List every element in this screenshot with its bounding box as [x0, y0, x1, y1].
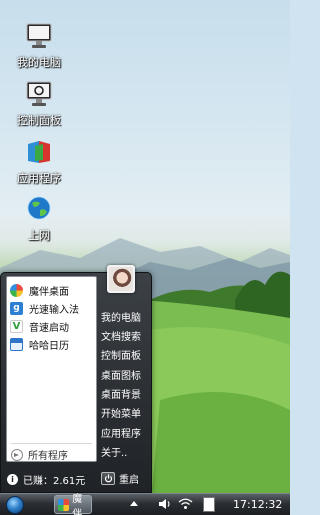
taskbar-clock[interactable]: 17:12:32: [233, 498, 282, 511]
desktop-icon-applications[interactable]: 应用程序: [0, 138, 78, 186]
mobanner-desktop-icon: [10, 283, 23, 297]
info-icon: i: [7, 474, 18, 485]
menu-item-start-menu[interactable]: 开始菜单: [101, 406, 151, 423]
input-method-icon: g: [10, 301, 23, 315]
menu-item-control-panel[interactable]: 控制面板: [101, 348, 151, 365]
power-icon: [101, 472, 115, 485]
desktop-icon-label: 我的电脑: [17, 56, 61, 69]
earnings-display: i 已赚： 2.61元: [7, 472, 85, 487]
start-menu-footer: i 已赚： 2.61元 重启: [1, 466, 151, 492]
mobanner-desktop-icon: [58, 498, 70, 511]
menu-item-my-computer[interactable]: 我的电脑: [101, 310, 151, 327]
applications-icon: [28, 141, 50, 163]
launcher-icon: V: [10, 319, 23, 333]
start-menu: 魔伴桌面 g 光速输入法 V 音速启动 哈哈日历 所有程序 我的电脑 文档搜索 …: [0, 265, 152, 493]
all-programs-button[interactable]: 所有程序: [11, 447, 68, 462]
menu-item-applications[interactable]: 应用程序: [101, 426, 151, 443]
calendar-icon: [10, 337, 23, 351]
desktop-icon-label: 控制面板: [17, 114, 61, 127]
program-item-input-method[interactable]: g 光速输入法: [10, 299, 95, 317]
pane-divider: [11, 443, 92, 444]
menu-item-about[interactable]: 关于..: [101, 445, 151, 462]
desktop-icon-internet[interactable]: 上网: [0, 195, 78, 243]
desktop-icon-label: 上网: [28, 229, 50, 242]
program-item-launcher[interactable]: V 音速启动: [10, 317, 95, 335]
volume-icon[interactable]: [158, 498, 172, 510]
program-item-label: 哈哈日历: [29, 340, 69, 352]
desktop-icon-label: 应用程序: [17, 172, 61, 185]
taskbar: 魔伴 17:12:32: [0, 493, 290, 515]
menu-item-document-search[interactable]: 文档搜索: [101, 329, 151, 346]
taskbar-app-label: 魔伴: [72, 493, 83, 515]
restart-label: 重启: [119, 475, 139, 486]
arrow-right-icon: [11, 448, 23, 461]
wifi-icon[interactable]: [178, 498, 193, 510]
menu-item-desktop-background[interactable]: 桌面背景: [101, 387, 151, 404]
earned-label: 已赚：: [23, 476, 53, 487]
start-button-icon[interactable]: [6, 496, 24, 514]
battery-icon[interactable]: [203, 497, 215, 512]
menu-item-desktop-icons[interactable]: 桌面图标: [101, 368, 151, 385]
program-item-calendar[interactable]: 哈哈日历: [10, 335, 95, 353]
program-item-label: 光速输入法: [29, 304, 79, 316]
desktop-icon-my-computer[interactable]: 我的电脑: [0, 22, 78, 70]
restart-button[interactable]: 重启: [101, 471, 139, 486]
program-item-label: 魔伴桌面: [29, 286, 69, 298]
earned-value: 2.61元: [53, 476, 86, 487]
taskbar-app-mobanner[interactable]: 魔伴: [54, 494, 92, 515]
pinned-programs-pane: 魔伴桌面 g 光速输入法 V 音速启动 哈哈日历 所有程序: [6, 276, 97, 462]
internet-globe-icon: [27, 196, 51, 220]
show-hidden-icons-icon[interactable]: [130, 501, 138, 506]
computer-icon: [26, 23, 52, 48]
desktop-icon-control-panel[interactable]: 控制面板: [0, 80, 78, 128]
program-item-mobanner-desktop[interactable]: 魔伴桌面: [10, 281, 95, 299]
user-avatar[interactable]: [107, 265, 135, 293]
all-programs-label: 所有程序: [28, 451, 68, 462]
control-panel-icon: [26, 81, 52, 106]
program-item-label: 音速启动: [29, 322, 69, 334]
